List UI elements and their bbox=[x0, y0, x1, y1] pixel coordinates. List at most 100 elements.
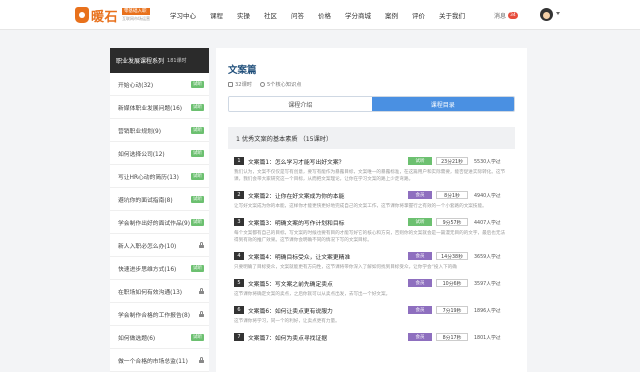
lesson-item[interactable]: 3 文案篇3：明确文案的写作计划和目标 试听 9分57秒 4407人学过每个文案都有自己… bbox=[228, 216, 515, 244]
sidebar-item-label: 避坑你的面试指南(8) bbox=[118, 197, 173, 204]
messages-count-badge: 34 bbox=[508, 12, 518, 19]
user-icon bbox=[259, 82, 265, 87]
lesson-number: 6 bbox=[234, 306, 244, 314]
lesson-number: 3 bbox=[234, 218, 244, 226]
lesson-description: 只要明确了目标受众，文案就能更有方向性，这节课将带你深入了解如何找到目标受众，让… bbox=[234, 265, 457, 270]
lesson-duration: 8分1秒 bbox=[436, 191, 468, 199]
lesson-title[interactable]: 文案篇7：如何为卖点寻找证据 bbox=[248, 333, 408, 342]
lesson-title[interactable]: 文案篇3：明确文案的写作计划和目标 bbox=[248, 218, 408, 227]
logo-tagline: 零基础入职 互联网市场运营 bbox=[122, 8, 151, 22]
lesson-learners: 4407人学过 bbox=[474, 220, 501, 226]
sidebar-title: 职业发展课程系列 bbox=[116, 58, 165, 65]
lock-icon bbox=[199, 242, 204, 248]
sidebar-item[interactable]: 学会制作合格的工作报告(8) bbox=[110, 303, 209, 326]
sidebar-item[interactable]: 在职场如何有效沟通(13) bbox=[110, 280, 209, 303]
lesson-row: 4 文案篇4：明确目标受众，让文案更精准 会员 14分38秒 3659人学过 bbox=[234, 250, 509, 262]
tab-catalog[interactable]: 课程目录 bbox=[371, 97, 514, 111]
nav-cases[interactable]: 案例 bbox=[385, 10, 398, 20]
nav-practice[interactable]: 实操 bbox=[237, 10, 250, 20]
sidebar-item-label: 写让HR心动的简历(13) bbox=[118, 174, 179, 181]
lesson-title[interactable]: 文案篇6：如何让卖点更有说服力 bbox=[248, 306, 408, 315]
chevron-down-icon[interactable] bbox=[556, 12, 560, 15]
course-meta: 32课时 5个核心知识点 bbox=[228, 81, 515, 88]
sidebar-item[interactable]: 新媒体职业发展问题(16) 试听 bbox=[110, 96, 209, 119]
nav-community[interactable]: 社区 bbox=[264, 10, 277, 20]
sidebar-item-label: 新媒体职业发展问题(16) bbox=[118, 105, 183, 112]
logo-text: 暖石 bbox=[91, 9, 119, 25]
free-trial-badge: 试听 bbox=[191, 264, 204, 272]
lesson-item[interactable]: 1 文案篇1：怎么学习才能写出好文案？ 试听 23分21秒 5530人学过 我们认为，文案… bbox=[228, 155, 515, 183]
clock-icon bbox=[228, 82, 233, 87]
lesson-learners: 1801人学过 bbox=[474, 335, 501, 341]
sidebar-item-label: 在职场如何有效沟通(13) bbox=[118, 289, 183, 296]
lock-icon bbox=[199, 311, 204, 317]
lesson-row: 1 文案篇1：怎么学习才能写出好文案？ 试听 23分21秒 5530人学过 bbox=[234, 155, 509, 167]
chapter-header[interactable]: 1 优秀文案的基本素质 （15课时） bbox=[228, 127, 515, 149]
sidebar-item[interactable]: 新人入职必怎么办(10) bbox=[110, 234, 209, 257]
sidebar-item[interactable]: 学会制作出好的面试作品(9) 试听 bbox=[110, 211, 209, 234]
course-main-panel: 文案篇 32课时 5个核心知识点 课程介绍 课程目录 1 优秀文案的基本素质 （… bbox=[216, 48, 527, 372]
lesson-item[interactable]: 7 文案篇7：如何为卖点寻找证据 会员 8分17秒 1801人学过 bbox=[228, 331, 515, 343]
tab-intro[interactable]: 课程介绍 bbox=[229, 97, 372, 111]
nav-about[interactable]: 关于我们 bbox=[439, 10, 465, 20]
nav-reviews[interactable]: 评价 bbox=[412, 10, 425, 20]
lesson-item[interactable]: 4 文案篇4：明确目标受众，让文案更精准 会员 14分38秒 3659人学过 只要明确了目… bbox=[228, 250, 515, 271]
sidebar-item[interactable]: 做一个合格的市场总监(11) bbox=[110, 349, 209, 372]
lesson-row: 7 文案篇7：如何为卖点寻找证据 会员 8分17秒 1801人学过 bbox=[234, 331, 509, 343]
lesson-access-badge: 试听 bbox=[408, 218, 432, 226]
lesson-row: 6 文案篇6：如何让卖点更有说服力 会员 7分19秒 1896人学过 bbox=[234, 304, 509, 316]
free-trial-badge: 试听 bbox=[191, 126, 204, 134]
free-trial-badge: 试听 bbox=[191, 80, 204, 88]
lesson-title[interactable]: 文案篇5：写文案之前先确定卖点 bbox=[248, 279, 408, 288]
sidebar-item-label: 快速进步思维方式(16) bbox=[118, 266, 177, 273]
messages-link[interactable]: 消息 34 bbox=[494, 11, 518, 20]
lesson-duration: 10分6秒 bbox=[436, 279, 468, 287]
lesson-access-badge: 试听 bbox=[408, 157, 432, 165]
nav-courses[interactable]: 课程 bbox=[210, 10, 223, 20]
lesson-title[interactable]: 文案篇1：怎么学习才能写出好文案？ bbox=[248, 157, 408, 166]
lesson-learners: 4940人学过 bbox=[474, 193, 501, 199]
top-navbar: 暖石 零基础入职 互联网市场运营 学习中心 课程 实操 社区 问答 价格 学分商… bbox=[0, 0, 640, 30]
nav-credit-store[interactable]: 学分商城 bbox=[345, 10, 371, 20]
page-title: 文案篇 bbox=[228, 65, 257, 76]
sidebar-item[interactable]: 避坑你的面试指南(8) 试听 bbox=[110, 188, 209, 211]
nav-pricing[interactable]: 价格 bbox=[318, 10, 331, 20]
lesson-duration: 8分17秒 bbox=[436, 333, 468, 341]
avatar[interactable] bbox=[540, 8, 553, 21]
lesson-number: 7 bbox=[234, 333, 244, 341]
sidebar-item-label: 做一个合格的市场总监(11) bbox=[118, 358, 188, 365]
sidebar-item[interactable]: 营销职业规划(9) 试听 bbox=[110, 119, 209, 142]
lesson-description: 这节课你将确定文案的卖点，之后你就可以从卖点出发，去写出一个好文案。 bbox=[234, 292, 391, 297]
lesson-item[interactable]: 5 文案篇5：写文案之前先确定卖点 会员 10分6秒 3597人学过 这节课你将确定文案的… bbox=[228, 277, 515, 298]
lesson-learners: 5530人学过 bbox=[474, 159, 501, 165]
sidebar-item-label: 如何做选题(6) bbox=[118, 335, 156, 342]
lesson-duration: 7分19秒 bbox=[436, 306, 468, 314]
lesson-learners: 3597人学过 bbox=[474, 281, 501, 287]
sidebar-item[interactable]: 开始心动(32) 试听 bbox=[110, 73, 209, 96]
sidebar-item[interactable]: 快速进步思维方式(16) 试听 bbox=[110, 257, 209, 280]
lesson-duration: 9分57秒 bbox=[436, 218, 468, 226]
lesson-item[interactable]: 2 文案篇2：让你在好文案成为你的本能 会员 8分1秒 4940人学过 让写好文案成为你的… bbox=[228, 189, 515, 210]
lesson-number: 4 bbox=[234, 252, 244, 260]
sidebar-item[interactable]: 写让HR心动的简历(13) 试听 bbox=[110, 165, 209, 188]
sidebar-item-label: 营销职业规划(9) bbox=[118, 128, 161, 135]
lesson-description: 这节课你将学习，同一个的利好，让卖点更有力量。 bbox=[234, 319, 340, 324]
lesson-title[interactable]: 文案篇2：让你在好文案成为你的本能 bbox=[248, 191, 408, 200]
lesson-description: 每个文案都有自己的目标，写文案的时候也要有目的才能写好它的核心和方向，否则你的文… bbox=[234, 231, 506, 243]
lesson-title[interactable]: 文案篇4：明确目标受众，让文案更精准 bbox=[248, 252, 408, 261]
nav-learning-center[interactable]: 学习中心 bbox=[170, 10, 196, 20]
sidebar-header: 职业发展课程系列 181课时 bbox=[110, 48, 209, 73]
logo[interactable]: 暖石 零基础入职 互联网市场运营 bbox=[75, 6, 151, 25]
sidebar-item[interactable]: 如何选择公司(12) 试听 bbox=[110, 142, 209, 165]
knowledge-points: 5个核心知识点 bbox=[266, 82, 302, 88]
lesson-duration: 14分38秒 bbox=[436, 252, 468, 260]
lesson-item[interactable]: 6 文案篇6：如何让卖点更有说服力 会员 7分19秒 1896人学过 这节课你将学习，同一… bbox=[228, 304, 515, 325]
lesson-row: 3 文案篇3：明确文案的写作计划和目标 试听 9分57秒 4407人学过 bbox=[234, 216, 509, 228]
lesson-count: 32课时 bbox=[235, 82, 252, 88]
lesson-row: 5 文案篇5：写文案之前先确定卖点 会员 10分6秒 3597人学过 bbox=[234, 277, 509, 289]
lesson-number: 2 bbox=[234, 191, 244, 199]
nav-qa[interactable]: 问答 bbox=[291, 10, 304, 20]
lesson-number: 1 bbox=[234, 157, 244, 165]
messages-label: 消息 bbox=[494, 13, 507, 20]
sidebar-item[interactable]: 如何做选题(6) 试听 bbox=[110, 326, 209, 349]
